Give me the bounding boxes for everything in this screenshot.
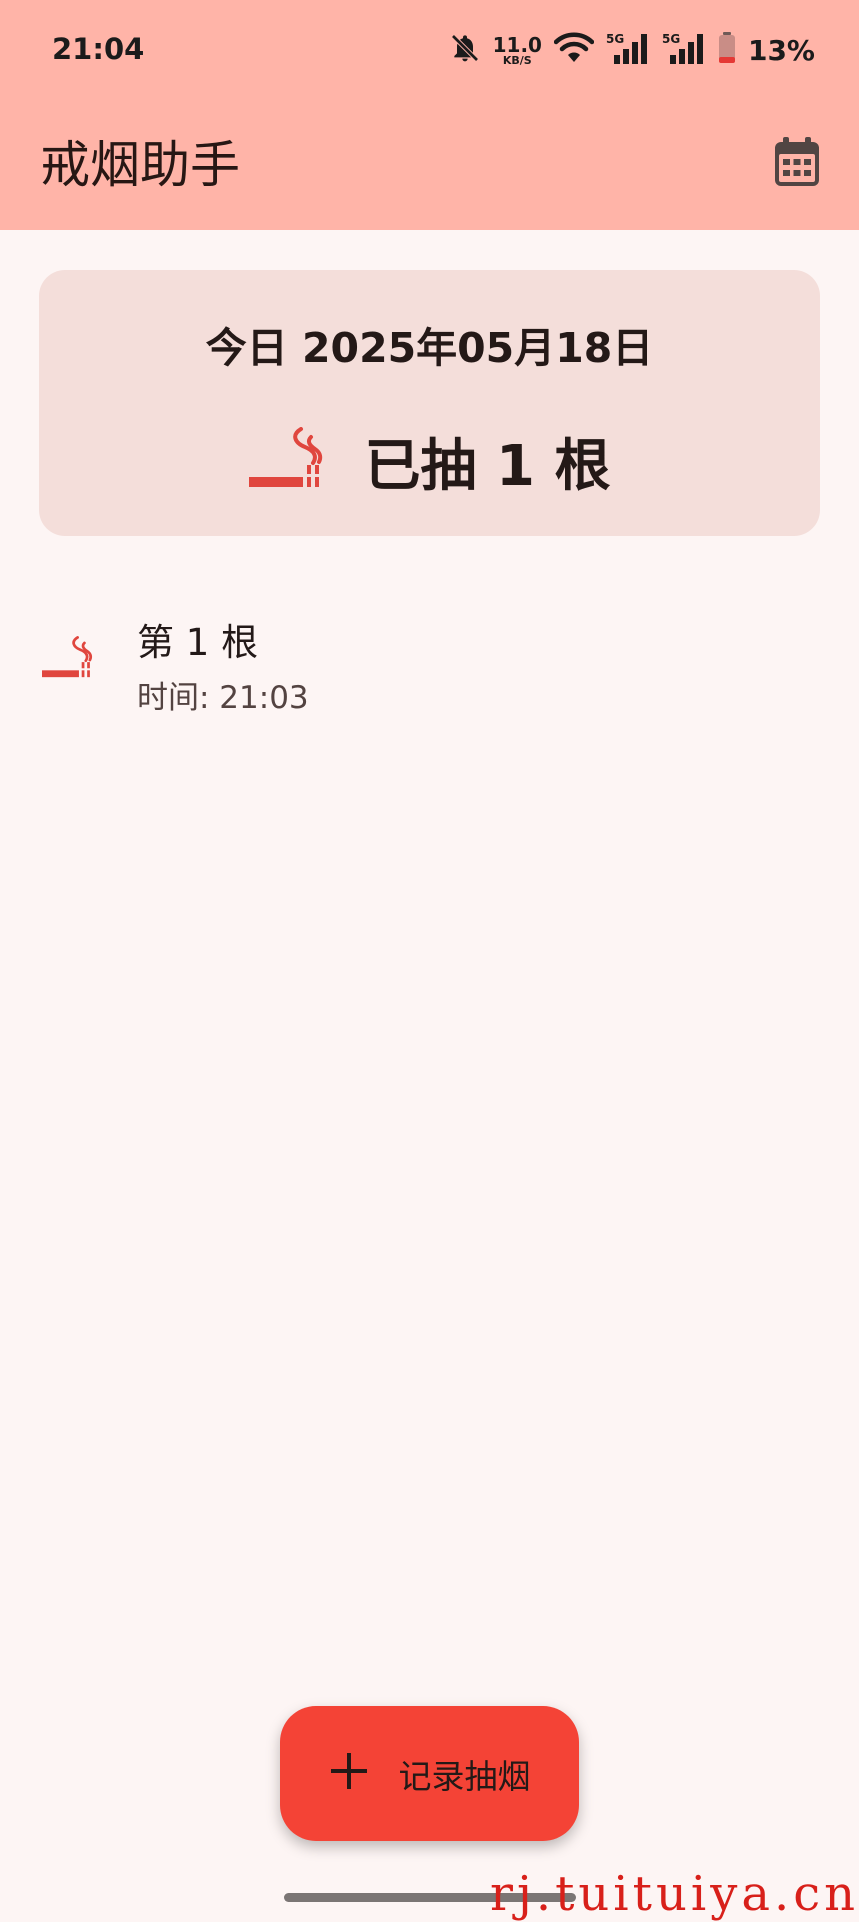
status-bar: 21:04 11.0 KB/S 5G 5G 13% [0, 0, 859, 100]
app-title: 戒烟助手 [40, 136, 240, 194]
calendar-icon [774, 137, 820, 191]
smoking-icon [248, 427, 325, 495]
summary-count: 已抽 1 根 [364, 433, 611, 499]
top-app-area: 21:04 11.0 KB/S 5G 5G 13% 戒烟助手 [0, 0, 859, 230]
bell-muted-icon [449, 32, 481, 68]
cellular-signal-icon: 5G [662, 31, 706, 69]
watermark: rj.tuituiya.cn [490, 1866, 859, 1922]
battery-percentage: 13% [747, 33, 815, 67]
battery-icon [718, 32, 736, 68]
record-title: 第 1 根 [137, 621, 259, 664]
summary-date: 今日 2025年05月18日 [205, 324, 654, 372]
wifi-icon [553, 32, 595, 68]
today-summary-card: 今日 2025年05月18日 已抽 1 根 [39, 270, 820, 536]
list-item[interactable]: 第 1 根 时间: 21:03 [0, 600, 859, 730]
calendar-button[interactable] [767, 134, 827, 194]
plus-icon [329, 1748, 369, 1800]
status-icons: 11.0 KB/S 5G 5G 13% [449, 30, 815, 70]
smoking-icon [42, 636, 94, 684]
summary-count-row: 已抽 1 根 [39, 416, 820, 506]
record-time: 时间: 21:03 [137, 680, 309, 716]
network-speed: 11.0 KB/S [492, 32, 542, 67]
record-smoking-label: 记录抽烟 [398, 1756, 531, 1796]
svg-text:5G: 5G [662, 32, 680, 46]
status-time: 21:04 [52, 32, 145, 66]
svg-text:5G: 5G [606, 32, 624, 46]
cellular-signal-icon: 5G [606, 31, 650, 69]
record-smoking-button[interactable]: 记录抽烟 [280, 1706, 579, 1841]
